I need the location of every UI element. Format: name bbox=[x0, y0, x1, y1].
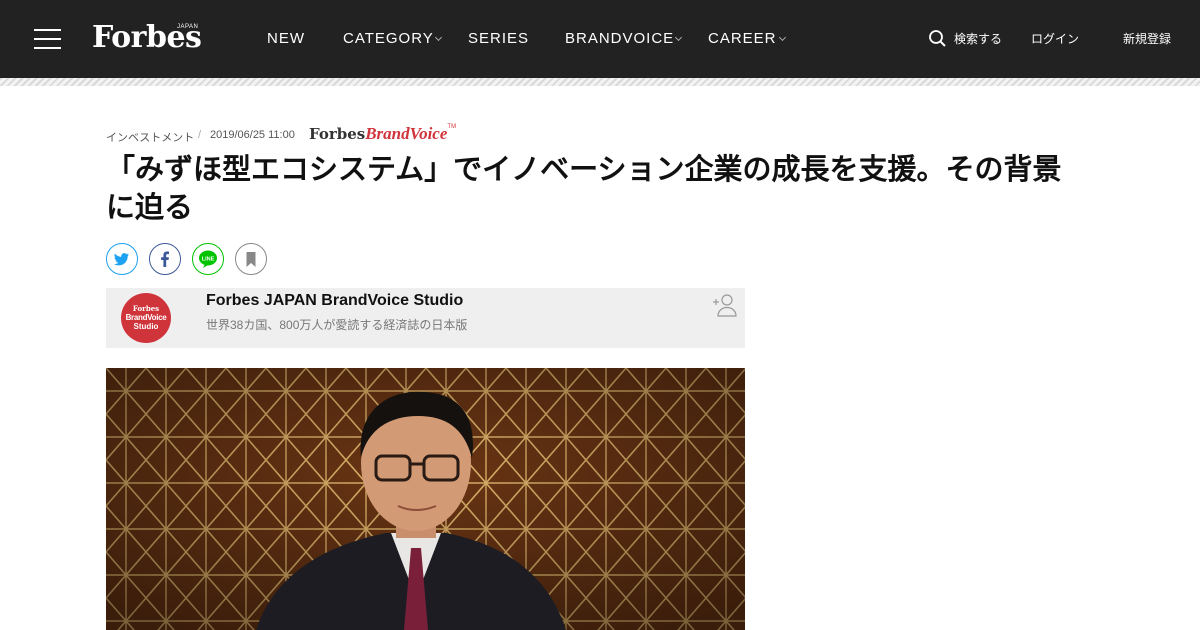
breadcrumb-separator: / bbox=[198, 129, 202, 141]
facebook-icon bbox=[161, 251, 169, 267]
author-avatar[interactable]: Forbes BrandVoice Studio bbox=[121, 293, 171, 343]
bookmark-button[interactable] bbox=[235, 243, 267, 275]
bookmark-icon bbox=[246, 252, 256, 267]
publish-date: 2019/06/25 11:00 bbox=[210, 129, 295, 141]
hero-photo-illustration bbox=[106, 368, 745, 630]
site-header: Forbes JAPAN NEW CATEGORY SERIES BRANDVO… bbox=[0, 0, 1200, 78]
menu-icon[interactable] bbox=[34, 29, 61, 49]
nav-category[interactable]: CATEGORY bbox=[343, 28, 434, 50]
hero-image bbox=[106, 368, 745, 630]
author-name[interactable]: Forbes JAPAN BrandVoice Studio bbox=[206, 292, 463, 310]
line-icon: LINE bbox=[199, 250, 217, 268]
facebook-share-button[interactable] bbox=[149, 243, 181, 275]
search-icon[interactable] bbox=[929, 30, 946, 47]
svg-text:LINE: LINE bbox=[202, 256, 215, 262]
twitter-icon bbox=[114, 253, 129, 266]
author-card: Forbes BrandVoice Studio Forbes JAPAN Br… bbox=[106, 288, 745, 348]
nav-brandvoice[interactable]: BRANDVOICE bbox=[565, 28, 674, 50]
nav-career[interactable]: CAREER bbox=[708, 28, 777, 50]
chevron-down-icon bbox=[674, 33, 683, 42]
search-link[interactable]: 検索する bbox=[954, 30, 1002, 48]
header-divider bbox=[0, 78, 1200, 86]
register-link[interactable]: 新規登録 bbox=[1123, 30, 1171, 48]
article-title: 「みずほ型エコシステム」でイノベーション企業の成長を支援。その背景に迫る bbox=[106, 152, 1062, 224]
chevron-down-icon bbox=[778, 33, 787, 42]
forbes-japan-logo[interactable]: Forbes JAPAN bbox=[92, 18, 202, 58]
chevron-down-icon bbox=[434, 33, 443, 42]
follow-author-icon[interactable] bbox=[712, 293, 738, 317]
line-share-button[interactable]: LINE bbox=[192, 243, 224, 275]
twitter-share-button[interactable] bbox=[106, 243, 138, 275]
author-description: 世界38カ国、800万人が愛読する経済誌の日本版 bbox=[206, 318, 468, 332]
nav-series[interactable]: SERIES bbox=[468, 28, 529, 50]
forbes-brandvoice-logo: ForbesBrandVoiceTM bbox=[309, 124, 457, 143]
category-link[interactable]: インベストメント bbox=[106, 129, 194, 145]
login-link[interactable]: ログイン bbox=[1031, 30, 1079, 48]
nav-new[interactable]: NEW bbox=[267, 28, 305, 50]
